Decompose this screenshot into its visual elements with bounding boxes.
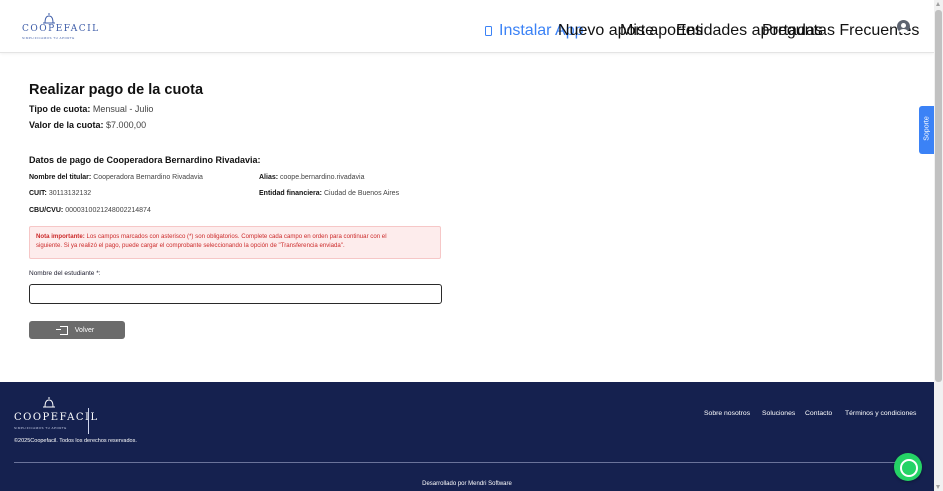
alias-value: coope.bernardino.rivadavia bbox=[280, 174, 365, 181]
fee-type: Tipo de cuota: Mensual - Julio bbox=[29, 104, 449, 114]
fee-value-amount: $7.000,00 bbox=[106, 120, 147, 130]
bell-logo-icon bbox=[43, 13, 55, 24]
fee-value-label: Valor de la cuota: bbox=[29, 120, 104, 130]
logo-wordmark: COOPEFACIL bbox=[22, 24, 100, 34]
footer-logo-tagline: SIMPLIFICAMOS TU APORTE bbox=[14, 426, 67, 430]
alert-line-1: Los campos marcados con asterisco (*) so… bbox=[84, 233, 387, 240]
alert-line-2: siguiente. Si ya realizó el pago, puede … bbox=[36, 242, 345, 249]
copyright-text: ©2025Coopefacil. Todos los derechos rese… bbox=[14, 438, 137, 444]
sign-out-icon bbox=[55, 325, 68, 335]
footer-divider bbox=[14, 462, 920, 463]
important-note-alert: Nota importante: Los campos marcados con… bbox=[29, 226, 441, 259]
cbu-value: 0000310021248002214874 bbox=[65, 207, 151, 214]
alert-strong: Nota importante: bbox=[36, 233, 85, 240]
student-name-label: Nombre del estudiante *: bbox=[29, 270, 101, 277]
whatsapp-icon bbox=[900, 459, 918, 477]
bank-value: Ciudad de Buenos Aires bbox=[323, 190, 400, 197]
cbu-label: CBU/CVU: bbox=[29, 207, 64, 214]
cbu-detail: CBU/CVU: 0000310021248002214874 bbox=[29, 207, 151, 214]
holder-label: Nombre del titular: bbox=[29, 174, 92, 181]
cuit-value: 30113132132 bbox=[48, 190, 92, 197]
cuit-label: CUIT: bbox=[29, 190, 47, 197]
scrollbar-thumb[interactable] bbox=[935, 10, 942, 382]
user-icon-torso bbox=[899, 28, 908, 33]
scroll-up-arrow-icon[interactable] bbox=[936, 2, 940, 6]
support-tab[interactable]: Soporte bbox=[919, 106, 934, 154]
alias-label: Alias: bbox=[259, 174, 279, 181]
fee-value: Valor de la cuota: $7.000,00 bbox=[29, 120, 449, 130]
payment-panel: Realizar pago de la cuota Tipo de cuota:… bbox=[29, 82, 449, 130]
back-button-label: Volver bbox=[74, 326, 95, 334]
footer-link-terms[interactable]: Términos y condiciones bbox=[845, 410, 916, 417]
fee-type-value: Mensual - Julio bbox=[92, 104, 154, 114]
alias-detail: Alias: coope.bernardino.rivadavia bbox=[259, 174, 364, 181]
footer-link-about[interactable]: Sobre nosotros bbox=[704, 410, 750, 417]
page-title: Realizar pago de la cuota bbox=[29, 82, 204, 98]
payment-section-title: Datos de pago de Cooperadora Bernardino … bbox=[29, 155, 261, 165]
scroll-down-arrow-icon[interactable] bbox=[936, 485, 940, 489]
holder-value: Cooperadora Bernardino Rivadavia bbox=[93, 174, 203, 181]
bell-logo-icon bbox=[43, 397, 55, 408]
bank-label: Entidad financiera: bbox=[259, 190, 323, 197]
whatsapp-button[interactable] bbox=[894, 453, 922, 481]
cuit-detail: CUIT: 30113132132 bbox=[29, 190, 91, 197]
footer-link-contact[interactable]: Contacto bbox=[805, 410, 832, 417]
logo-tagline: SIMPLIFICAMOS TU APORTE bbox=[22, 36, 75, 40]
developer-credit: Desarrollado por Mendri Software bbox=[422, 481, 512, 487]
back-button[interactable]: Volver bbox=[29, 321, 125, 339]
support-tab-label: Soporte bbox=[923, 116, 931, 141]
top-navbar: COOPEFACIL SIMPLIFICAMOS TU APORTE Insta… bbox=[0, 0, 934, 53]
user-icon-head bbox=[901, 22, 906, 28]
smartphone-icon bbox=[485, 26, 492, 36]
holder-detail: Nombre del titular: Cooperadora Bernardi… bbox=[29, 174, 203, 181]
fee-type-label: Tipo de cuota: bbox=[29, 104, 91, 114]
footer-logo-divider bbox=[88, 408, 89, 434]
footer-logo[interactable]: COOPEFACIL SIMPLIFICAMOS TU APORTE bbox=[14, 396, 97, 436]
footer-link-solutions[interactable]: Soluciones bbox=[762, 410, 795, 417]
student-name-input[interactable] bbox=[29, 284, 442, 304]
coopefacil-logo[interactable]: COOPEFACIL SIMPLIFICAMOS TU APORTE bbox=[22, 12, 98, 42]
page-scrollbar[interactable] bbox=[934, 0, 943, 491]
footer: COOPEFACIL SIMPLIFICAMOS TU APORTE ©2025… bbox=[0, 382, 934, 491]
nav-faq[interactable]: Preguntas Frecuentes bbox=[762, 22, 919, 40]
footer-logo-wordmark: COOPEFACIL bbox=[14, 412, 99, 423]
bank-detail: Entidad financiera: Ciudad de Buenos Air… bbox=[259, 190, 399, 197]
user-circle-icon[interactable] bbox=[897, 20, 910, 33]
